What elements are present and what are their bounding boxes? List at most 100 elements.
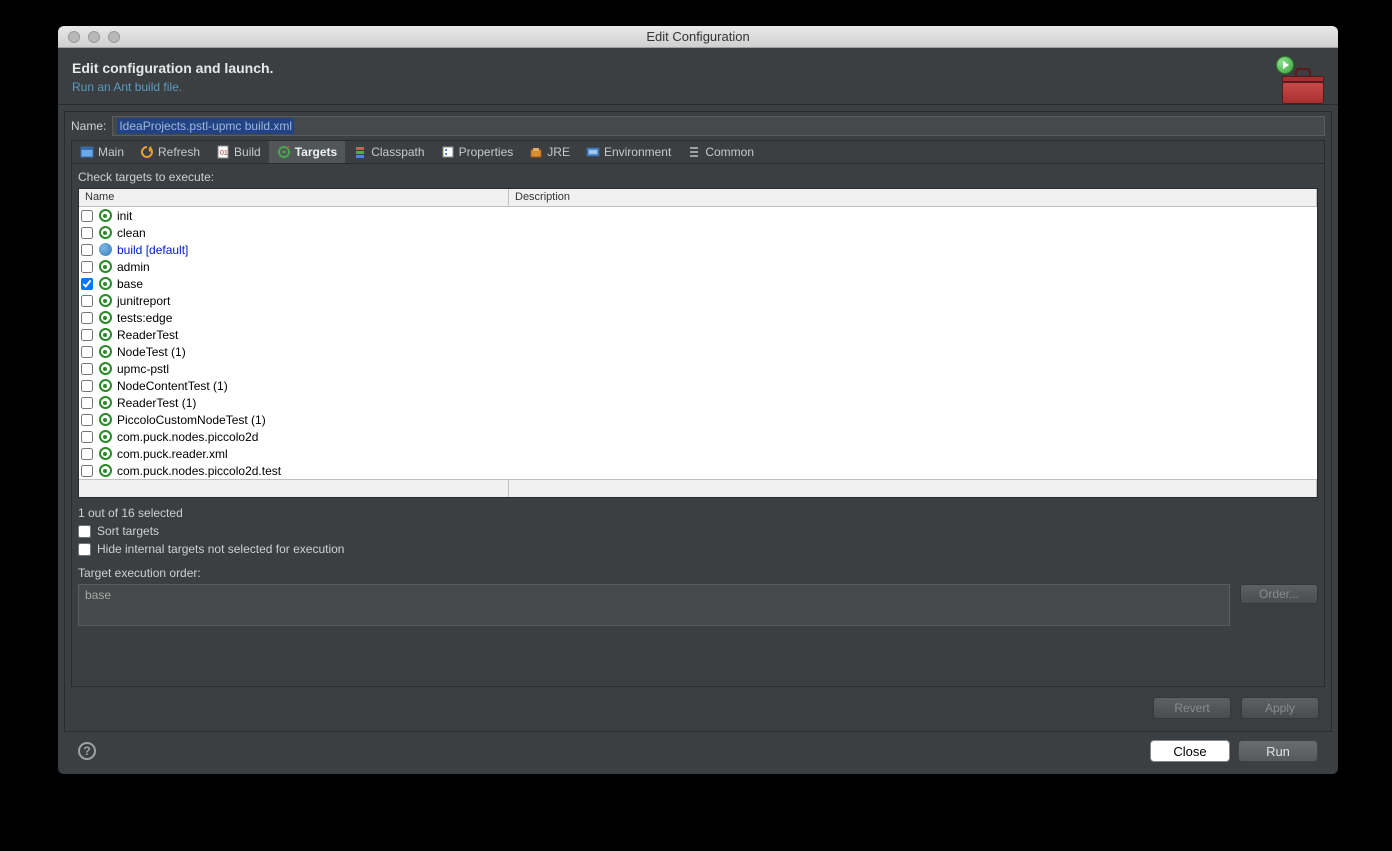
tab-icon: 01	[216, 145, 230, 159]
target-row[interactable]: com.puck.reader.xml	[79, 445, 1317, 462]
target-checkbox[interactable]	[81, 295, 93, 307]
toolbox-icon	[1282, 72, 1324, 104]
target-row[interactable]: ReaderTest (1)	[79, 394, 1317, 411]
target-checkbox[interactable]	[81, 431, 93, 443]
tab-icon	[687, 145, 701, 159]
target-row[interactable]: base	[79, 275, 1317, 292]
tab-common[interactable]: Common	[679, 141, 762, 163]
target-icon	[99, 277, 112, 290]
name-input-value: IdeaProjects.pstl-upmc build.xml	[117, 118, 294, 134]
target-icon	[99, 260, 112, 273]
order-textarea[interactable]: base	[78, 584, 1230, 626]
target-name: com.puck.nodes.piccolo2d.test	[115, 464, 281, 478]
target-checkbox[interactable]	[81, 397, 93, 409]
target-name: PiccoloCustomNodeTest (1)	[115, 413, 266, 427]
column-name[interactable]: Name	[79, 189, 509, 206]
tab-label: Main	[98, 145, 124, 159]
target-checkbox[interactable]	[81, 448, 93, 460]
zoom-window-icon[interactable]	[108, 31, 120, 43]
tabs: Main Refresh01BuildTargetsClasspathProper…	[71, 140, 1325, 164]
tab-classpath[interactable]: Classpath	[345, 141, 432, 163]
target-checkbox[interactable]	[81, 329, 93, 341]
target-name: NodeTest (1)	[115, 345, 186, 359]
target-row[interactable]: upmc-pstl	[79, 360, 1317, 377]
target-row[interactable]: junitreport	[79, 292, 1317, 309]
target-checkbox[interactable]	[81, 278, 93, 290]
target-row[interactable]: admin	[79, 258, 1317, 275]
sort-targets-option[interactable]: Sort targets	[78, 524, 1318, 538]
target-row[interactable]: com.puck.nodes.piccolo2d	[79, 428, 1317, 445]
target-icon	[99, 396, 112, 409]
target-name: base	[115, 277, 143, 291]
target-checkbox[interactable]	[81, 363, 93, 375]
tab-label: Environment	[604, 145, 671, 159]
column-description[interactable]: Description	[509, 189, 1317, 206]
tab-icon	[586, 145, 600, 159]
target-icon	[99, 447, 112, 460]
revert-button[interactable]: Revert	[1153, 697, 1231, 719]
target-icon	[99, 328, 112, 341]
target-checkbox[interactable]	[81, 210, 93, 222]
target-row[interactable]: init	[79, 207, 1317, 224]
target-icon	[99, 430, 112, 443]
order-label: Target execution order:	[78, 566, 1318, 580]
target-checkbox[interactable]	[81, 465, 93, 477]
sort-targets-checkbox[interactable]	[78, 525, 91, 538]
minimize-window-icon[interactable]	[88, 31, 100, 43]
target-checkbox[interactable]	[81, 227, 93, 239]
target-checkbox[interactable]	[81, 380, 93, 392]
target-name: junitreport	[115, 294, 170, 308]
run-badge-icon	[1276, 56, 1294, 74]
name-input[interactable]: IdeaProjects.pstl-upmc build.xml	[112, 116, 1325, 136]
tab-refresh[interactable]: Refresh	[132, 141, 208, 163]
header-icon-group	[1276, 56, 1324, 104]
tab-properties[interactable]: Properties	[433, 141, 522, 163]
selection-status: 1 out of 16 selected	[78, 506, 1318, 520]
edit-configuration-dialog: Edit Configuration Edit configuration an…	[58, 26, 1338, 774]
header-title: Edit configuration and launch.	[72, 60, 1324, 76]
run-button[interactable]: Run	[1238, 740, 1318, 762]
target-row[interactable]: tests:edge	[79, 309, 1317, 326]
target-checkbox[interactable]	[81, 312, 93, 324]
svg-text:01: 01	[220, 150, 228, 157]
target-row[interactable]: build [default]	[79, 241, 1317, 258]
tab-environment[interactable]: Environment	[578, 141, 679, 163]
target-icon	[99, 311, 112, 324]
close-window-icon[interactable]	[68, 31, 80, 43]
hide-internal-checkbox[interactable]	[78, 543, 91, 556]
header-subtitle[interactable]: Run an Ant build file.	[72, 80, 1324, 94]
target-row[interactable]: ReaderTest	[79, 326, 1317, 343]
target-checkbox[interactable]	[81, 414, 93, 426]
target-row[interactable]: clean	[79, 224, 1317, 241]
targets-tab-content: Check targets to execute: Name Descripti…	[71, 164, 1325, 687]
help-icon[interactable]: ?	[78, 742, 96, 760]
target-row[interactable]: NodeContentTest (1)	[79, 377, 1317, 394]
target-name: build [default]	[115, 243, 188, 257]
target-row[interactable]: com.puck.nodes.piccolo2d.test	[79, 462, 1317, 479]
order-row: base Order...	[78, 584, 1318, 626]
close-button[interactable]: Close	[1150, 740, 1230, 762]
target-checkbox[interactable]	[81, 346, 93, 358]
tab-build[interactable]: 01Build	[208, 141, 269, 163]
tab-targets[interactable]: Targets	[269, 141, 345, 163]
window-controls	[58, 31, 120, 43]
table-header: Name Description	[79, 189, 1317, 207]
hide-internal-option[interactable]: Hide internal targets not selected for e…	[78, 542, 1318, 556]
tab-jre[interactable]: JRE	[521, 141, 578, 163]
targets-table: Name Description initclean build [default…	[78, 188, 1318, 498]
target-row[interactable]: PiccoloCustomNodeTest (1)	[79, 411, 1317, 428]
target-checkbox[interactable]	[81, 244, 93, 256]
tab-main[interactable]: Main	[72, 141, 132, 163]
target-row[interactable]: NodeTest (1)	[79, 343, 1317, 360]
target-name: NodeContentTest (1)	[115, 379, 228, 393]
tab-icon	[529, 145, 543, 159]
order-button[interactable]: Order...	[1240, 584, 1318, 604]
target-name: ReaderTest (1)	[115, 396, 196, 410]
tab-icon	[441, 145, 455, 159]
titlebar: Edit Configuration	[58, 26, 1338, 48]
name-label: Name:	[71, 119, 106, 133]
target-name: init	[115, 209, 132, 223]
apply-button[interactable]: Apply	[1241, 697, 1319, 719]
name-row: Name: IdeaProjects.pstl-upmc build.xml	[71, 116, 1325, 136]
target-checkbox[interactable]	[81, 261, 93, 273]
